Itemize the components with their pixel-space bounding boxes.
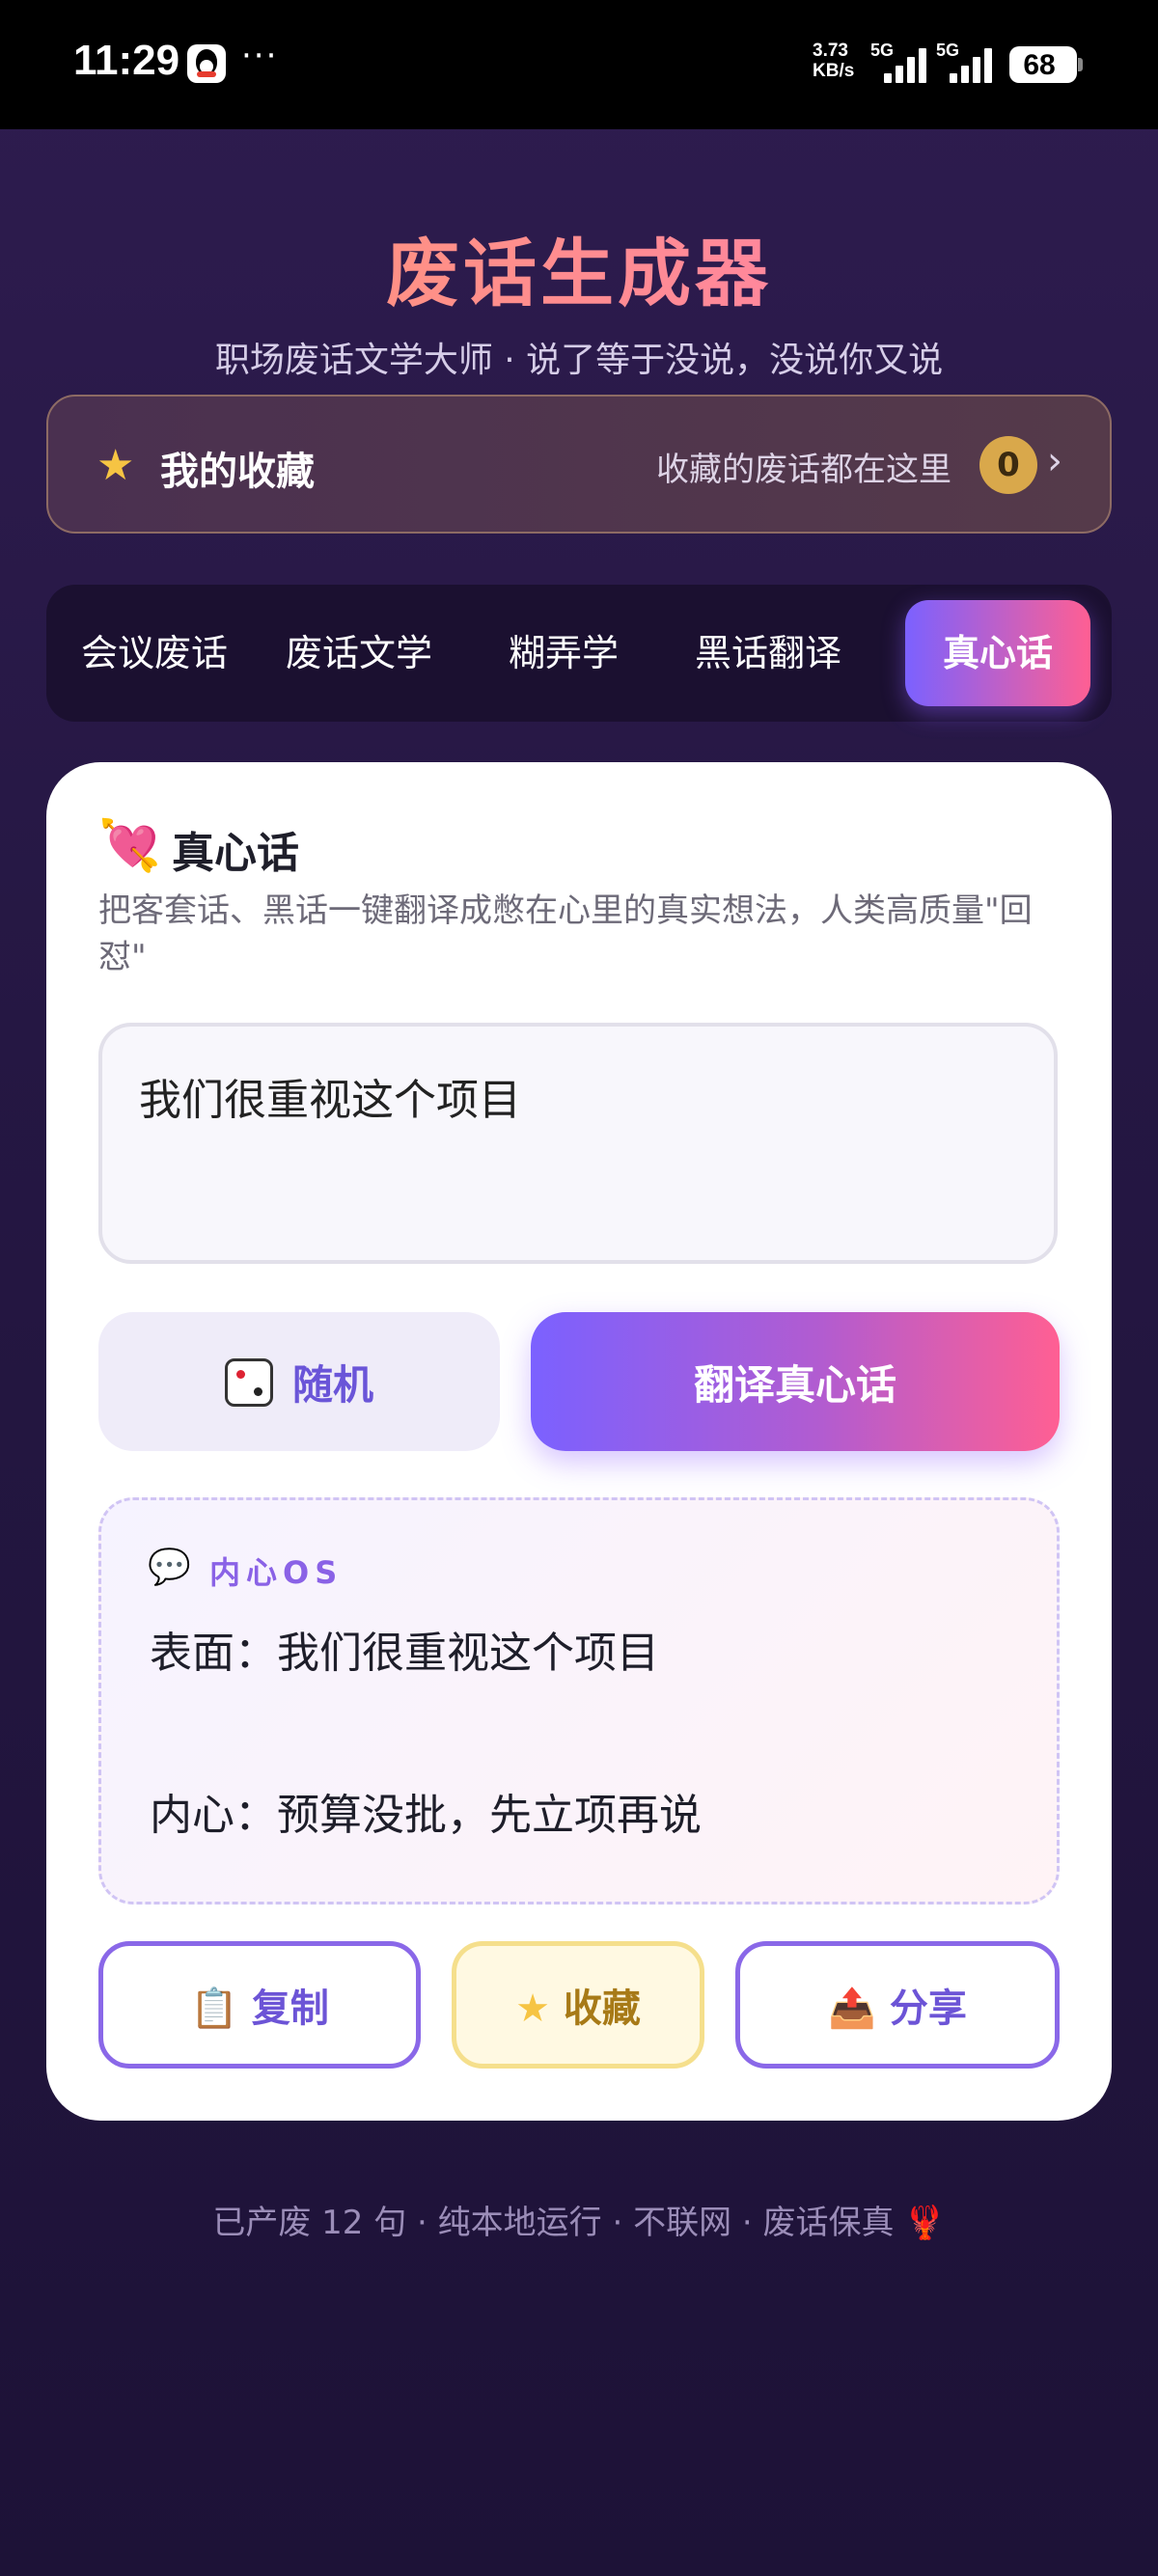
random-button-label: 随机 — [291, 1360, 373, 1409]
share-button-label: 分享 — [889, 1987, 967, 2031]
tab-nonsense-literature[interactable]: 废话文学 — [264, 600, 454, 706]
copy-button-label: 复制 — [251, 1987, 329, 2031]
outbox-tray-icon: 📤 — [828, 1987, 876, 2031]
chevron-right-icon: › — [1047, 439, 1062, 483]
page-subtitle: 职场废话文学大师 · 说了等于没说，没说你又说 — [214, 341, 944, 380]
phrase-input[interactable]: 我们很重视这个项目 — [98, 1023, 1058, 1264]
speech-bubble-icon: 💬 — [148, 1548, 191, 1587]
translate-button[interactable]: 翻译真心话 — [531, 1312, 1060, 1451]
result-surface-text: 表面：我们很重视这个项目 — [150, 1629, 659, 1678]
star-icon: ★ — [515, 1987, 550, 2031]
tab-true-words[interactable]: 真心话 — [905, 600, 1090, 706]
favorites-hint: 收藏的废话都在这里 — [656, 451, 951, 489]
tab-fooling-around[interactable]: 糊弄学 — [469, 600, 658, 706]
star-icon: ★ — [96, 441, 135, 490]
share-button[interactable]: 📤 分享 — [735, 1941, 1060, 2069]
battery-level: 68 — [1023, 49, 1056, 81]
dice-icon — [224, 1357, 273, 1407]
tab-meeting-nonsense[interactable]: 会议废话 — [60, 600, 249, 706]
result-label: 内心OS — [209, 1554, 344, 1591]
result-inner-text: 内心：预算没批，先立项再说 — [150, 1791, 702, 1840]
qq-icon — [187, 44, 226, 83]
translator-card: 💘 真心话 把客套话、黑话一键翻译成憋在心里的真实想法，人类高质量"回怼" 我们… — [46, 762, 1112, 2121]
result-panel: 💬 内心OS 表面：我们很重视这个项目 内心：预算没批，先立项再说 — [98, 1497, 1060, 1905]
status-bar: 11:29 ··· 3.73 KB/s 5G 5G 68 — [0, 0, 1158, 129]
random-button[interactable]: 随机 — [98, 1312, 500, 1451]
clipboard-icon: 📋 — [190, 1987, 238, 2031]
favorites-bar[interactable]: ★ 我的收藏 收藏的废话都在这里 0 › — [46, 395, 1112, 534]
mode-tabs: 会议废话 废话文学 糊弄学 黑话翻译 真心话 — [46, 585, 1112, 722]
favorites-count-badge: 0 — [979, 436, 1037, 494]
copy-button[interactable]: 📋 复制 — [98, 1941, 421, 2069]
favorite-button-label: 收藏 — [563, 1987, 641, 2031]
card-description: 把客套话、黑话一键翻译成憋在心里的真实想法，人类高质量"回怼" — [98, 891, 1033, 976]
page-title: 废话生成器 — [0, 214, 1158, 320]
tab-jargon-translate[interactable]: 黑话翻译 — [674, 600, 863, 706]
favorites-title: 我的收藏 — [160, 450, 315, 494]
status-time: 11:29 — [73, 37, 180, 84]
signal-icon: 5G — [936, 41, 996, 83]
favorite-button[interactable]: ★ 收藏 — [452, 1941, 704, 2069]
card-title: 真心话 — [172, 829, 299, 878]
footer-stats: 已产废 12 句 · 纯本地运行 · 不联网 · 废话保真 🦞 — [212, 2204, 946, 2242]
heart-arrow-icon: 💘 — [98, 817, 161, 875]
battery-icon: 68 — [1009, 46, 1083, 83]
network-speed: 3.73 KB/s — [813, 41, 855, 81]
more-dots-icon: ··· — [241, 37, 279, 75]
signal-icon: 5G — [870, 41, 930, 83]
